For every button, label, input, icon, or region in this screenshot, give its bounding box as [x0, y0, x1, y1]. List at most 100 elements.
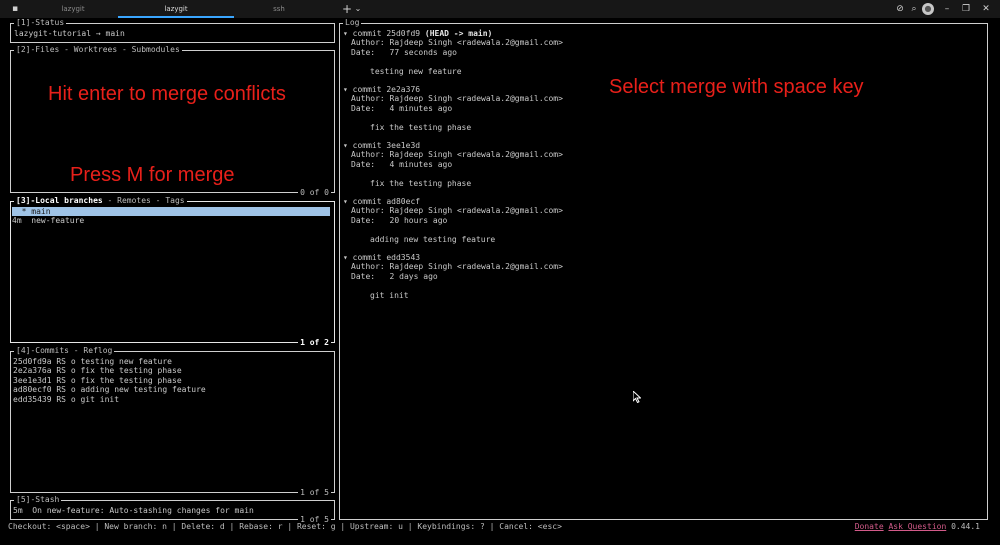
log-commit-hash: 3ee1e3d: [386, 141, 421, 150]
terminal-icon[interactable]: ▪: [8, 2, 22, 16]
log-date: Date: 2 days ago: [351, 271, 438, 281]
search-icon[interactable]: ⌕: [907, 2, 921, 16]
log-commit-header: ▾ commit ad80ecf: [343, 197, 421, 206]
tab-menu-icon[interactable]: ⌄: [351, 2, 365, 16]
files-panel-title: [2]-Files - Worktrees - Submodules: [14, 45, 182, 55]
log-author: Author: Rajdeep Singh <radewala.2@gmail.…: [351, 206, 563, 216]
log-date: Date: 20 hours ago: [351, 215, 448, 225]
log-message: adding new testing feature: [370, 234, 496, 244]
commit-marker: o: [70, 375, 76, 385]
commit-author: RS: [56, 375, 66, 385]
status-repo-line: lazygit-tutorial → main: [14, 29, 125, 38]
expand-triangle-icon: ▾: [343, 197, 348, 206]
donate-link[interactable]: Donate: [855, 522, 884, 531]
tab-1[interactable]: lazygit: [30, 0, 116, 18]
title-bar: ▪ lazygit lazygit ssh + ⌄ ⊘ ⌕ ● – ❐ ✕: [0, 0, 1000, 18]
log-message: testing new feature: [370, 66, 462, 76]
commit-marker: o: [70, 394, 76, 404]
commit-row[interactable]: 2e2a376a RS o fix the testing phase: [13, 366, 182, 375]
branches-panel-counter: 1 of 2: [298, 338, 331, 348]
branches-tab-rest[interactable]: - Remotes - Tags: [103, 196, 185, 205]
keybinding-status-bar: Checkout: <space> | New branch: n | Dele…: [8, 520, 992, 534]
files-panel-counter: 0 of 0: [298, 188, 331, 198]
log-author: Author: Rajdeep Singh <radewala.2@gmail.…: [351, 150, 563, 160]
tab-3[interactable]: ssh: [236, 0, 322, 18]
keybinding-hints: Checkout: <space> | New branch: n | Dele…: [8, 522, 562, 531]
overlay-select-merge: Select merge with space key: [609, 76, 864, 98]
status-links: Donate Ask Question 0.44.1: [855, 520, 980, 534]
branch-row-selected[interactable]: * main: [12, 207, 330, 216]
branch-name: new-feature: [31, 216, 85, 225]
log-author: Author: Rajdeep Singh <radewala.2@gmail.…: [351, 262, 563, 272]
commit-hash: 2e2a376a: [13, 366, 52, 376]
restore-icon[interactable]: ❐: [959, 2, 973, 16]
commit-author: RS: [56, 366, 66, 376]
commit-hash: ad80ecf0: [13, 385, 52, 395]
log-message: git init: [370, 290, 409, 300]
commits-panel-title: [4]-Commits - Reflog: [14, 346, 115, 356]
log-commit-hash: ad80ecf: [386, 197, 421, 206]
commit-author: RS: [56, 394, 66, 404]
commit-marker: o: [70, 385, 76, 395]
branches-panel[interactable]: [3]-Local branches - Remotes - Tags * ma…: [10, 196, 335, 348]
log-commit-hash: edd3543: [386, 253, 421, 262]
overlay-enter-merge: Hit enter to merge conflicts: [48, 83, 286, 105]
log-commit-hash: 2e2a376: [386, 85, 421, 94]
log-author: Author: Rajdeep Singh <radewala.2@gmail.…: [351, 94, 563, 104]
log-date: Date: 4 minutes ago: [351, 103, 453, 113]
commit-message: fix the testing phase: [80, 366, 182, 376]
minimize-icon[interactable]: –: [940, 2, 954, 16]
commit-hash: 25d0fd9a: [13, 357, 52, 366]
status-panel-title: [1]-Status: [14, 18, 67, 28]
log-panel-title: Log: [343, 18, 362, 28]
branch-prefix: 4m: [12, 216, 32, 225]
branch-name: main: [31, 207, 51, 216]
commit-row[interactable]: 25d0fd9a RS o testing new feature: [13, 357, 172, 366]
stash-panel-title: [5]-Stash: [14, 495, 62, 505]
commit-message: git init: [80, 394, 120, 404]
expand-triangle-icon: ▾: [343, 141, 348, 150]
branches-tab-active[interactable]: [3]-Local branches: [16, 196, 103, 205]
stash-entry[interactable]: 5m On new-feature: Auto-stashing changes…: [13, 506, 254, 515]
log-commit-header: ▾ commit edd3543: [343, 253, 421, 262]
close-icon[interactable]: ✕: [979, 2, 993, 16]
commit-message: testing new feature: [80, 357, 172, 366]
status-panel[interactable]: [1]-Status lazygit-tutorial → main: [10, 18, 335, 43]
log-date: Date: 77 seconds ago: [351, 47, 457, 57]
branch-row[interactable]: 4m new-feature: [12, 216, 84, 225]
mouse-cursor-icon: [633, 391, 641, 403]
commits-panel-counter: 1 of 5: [298, 488, 331, 498]
branch-prefix: *: [12, 207, 32, 216]
commit-row[interactable]: edd35439 RS o git init: [13, 395, 119, 404]
log-commit-header: ▾ commit 2e2a376: [343, 85, 421, 94]
commit-author: RS: [56, 357, 66, 366]
no-eye-icon[interactable]: ⊘: [893, 2, 907, 16]
commit-row[interactable]: ad80ecf0 RS o adding new testing feature: [13, 385, 206, 394]
commit-message: adding new testing feature: [80, 385, 206, 395]
log-commit-hash: 25d0fd9: [386, 29, 421, 38]
log-author: Author: Rajdeep Singh <radewala.2@gmail.…: [351, 38, 563, 48]
version-label: 0.44.1: [951, 522, 980, 531]
log-date: Date: 4 minutes ago: [351, 159, 453, 169]
commit-hash: 3ee1e3d1: [13, 375, 52, 385]
commit-author: RS: [56, 385, 66, 395]
avatar-icon[interactable]: ●: [922, 3, 934, 15]
log-commit-header: ▾ commit 25d0fd9 (HEAD -> main): [343, 29, 493, 38]
overlay-press-m: Press M for merge: [70, 164, 235, 186]
expand-triangle-icon: ▾: [343, 253, 348, 262]
commits-panel[interactable]: [4]-Commits - Reflog 25d0fd9a RS o testi…: [10, 346, 335, 498]
commit-message: fix the testing phase: [80, 375, 182, 385]
commit-marker: o: [70, 366, 76, 376]
ask-question-link[interactable]: Ask Question: [888, 522, 946, 531]
log-commit-refs: (HEAD -> main): [424, 29, 493, 38]
expand-triangle-icon: ▾: [343, 85, 348, 94]
log-message: fix the testing phase: [370, 122, 472, 132]
stash-panel[interactable]: [5]-Stash 5m On new-feature: Auto-stashi…: [10, 495, 335, 525]
log-message: fix the testing phase: [370, 178, 472, 188]
commit-row[interactable]: 3ee1e3d1 RS o fix the testing phase: [13, 376, 182, 385]
tab-2[interactable]: lazygit: [118, 0, 234, 18]
expand-triangle-icon: ▾: [343, 29, 348, 38]
log-commit-header: ▾ commit 3ee1e3d: [343, 141, 421, 150]
branches-panel-title: [3]-Local branches - Remotes - Tags: [14, 196, 187, 206]
commit-marker: o: [70, 357, 76, 366]
